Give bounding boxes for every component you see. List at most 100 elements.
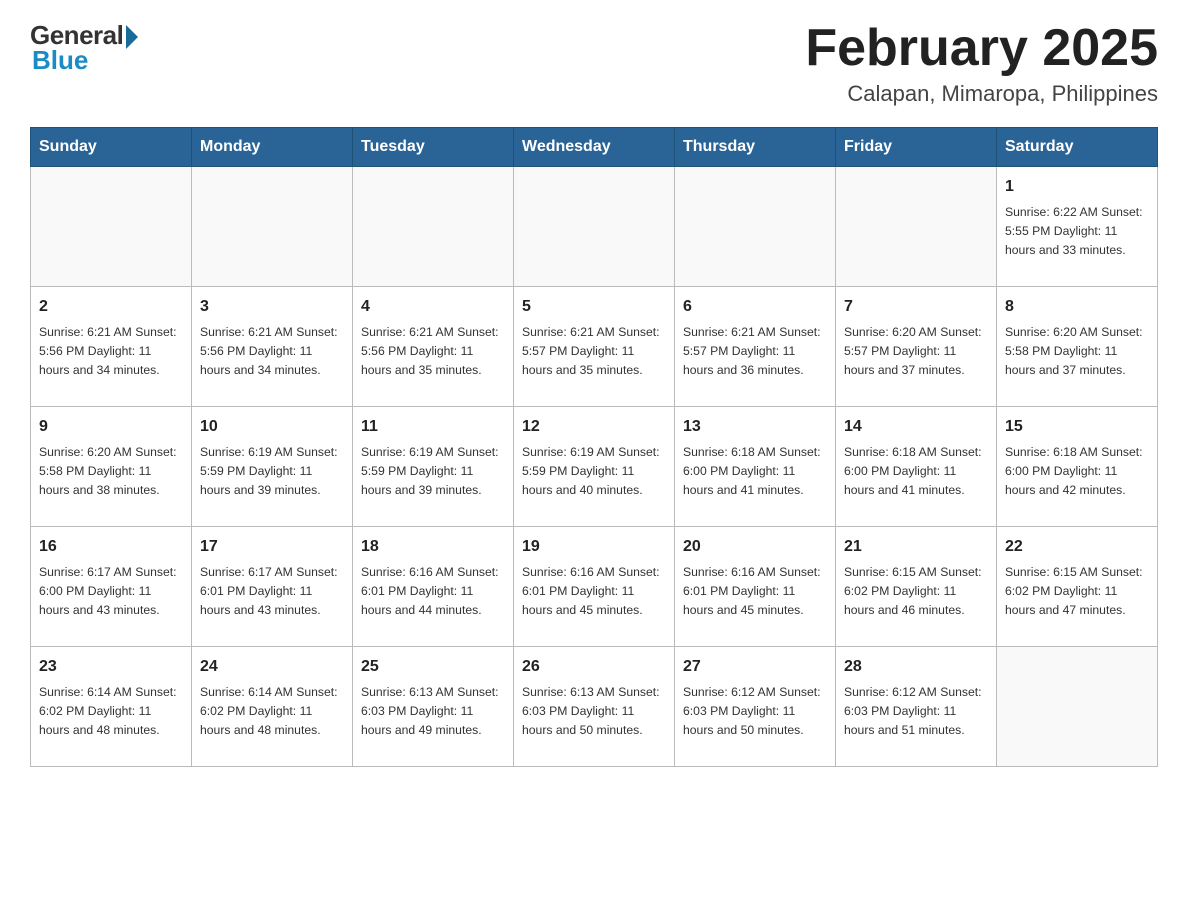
weekday-header-wednesday: Wednesday — [514, 128, 675, 167]
day-number: 15 — [1005, 415, 1149, 439]
day-number: 5 — [522, 295, 666, 319]
day-info: Sunrise: 6:18 AM Sunset: 6:00 PM Dayligh… — [683, 443, 827, 500]
day-number: 12 — [522, 415, 666, 439]
day-info: Sunrise: 6:21 AM Sunset: 5:56 PM Dayligh… — [200, 323, 344, 380]
calendar-cell: 17Sunrise: 6:17 AM Sunset: 6:01 PM Dayli… — [192, 527, 353, 647]
calendar-cell: 13Sunrise: 6:18 AM Sunset: 6:00 PM Dayli… — [675, 407, 836, 527]
day-number: 23 — [39, 655, 183, 679]
calendar-cell: 15Sunrise: 6:18 AM Sunset: 6:00 PM Dayli… — [997, 407, 1158, 527]
day-info: Sunrise: 6:14 AM Sunset: 6:02 PM Dayligh… — [200, 683, 344, 740]
calendar-cell: 24 Sunrise: 6:14 AM Sunset: 6:02 PM Dayli… — [192, 647, 353, 767]
day-info: Sunrise: 6:18 AM Sunset: 6:00 PM Dayligh… — [844, 443, 988, 500]
calendar-cell — [192, 167, 353, 287]
calendar-cell: 20Sunrise: 6:16 AM Sunset: 6:01 PM Dayli… — [675, 527, 836, 647]
day-number: 7 — [844, 295, 988, 319]
page-header: General Blue February 2025 Calapan, Mima… — [30, 20, 1158, 107]
calendar-cell: 19 Sunrise: 6:16 AM Sunset: 6:01 PM Dayli… — [514, 527, 675, 647]
calendar-cell — [997, 647, 1158, 767]
day-info: Sunrise: 6:20 AM Sunset: 5:58 PM Dayligh… — [39, 443, 183, 500]
day-number: 18 — [361, 535, 505, 559]
calendar-cell: 23Sunrise: 6:14 AM Sunset: 6:02 PM Dayli… — [31, 647, 192, 767]
calendar-cell: 1Sunrise: 6:22 AM Sunset: 5:55 PM Daylig… — [997, 167, 1158, 287]
calendar-cell: 21 Sunrise: 6:15 AM Sunset: 6:02 PM Dayli… — [836, 527, 997, 647]
title-section: February 2025 Calapan, Mimaropa, Philipp… — [805, 20, 1158, 107]
calendar-cell — [836, 167, 997, 287]
calendar-cell — [514, 167, 675, 287]
weekday-header-thursday: Thursday — [675, 128, 836, 167]
day-info: Sunrise: 6:21 AM Sunset: 5:56 PM Dayligh… — [39, 323, 183, 380]
calendar-cell: 25 Sunrise: 6:13 AM Sunset: 6:03 PM Dayli… — [353, 647, 514, 767]
day-number: 24 — [200, 655, 344, 679]
calendar-cell: 8 Sunrise: 6:20 AM Sunset: 5:58 PM Daylig… — [997, 287, 1158, 407]
weekday-header-friday: Friday — [836, 128, 997, 167]
calendar-cell: 7 Sunrise: 6:20 AM Sunset: 5:57 PM Daylig… — [836, 287, 997, 407]
day-info: Sunrise: 6:12 AM Sunset: 6:03 PM Dayligh… — [683, 683, 827, 740]
calendar-week-row: 9 Sunrise: 6:20 AM Sunset: 5:58 PM Daylig… — [31, 407, 1158, 527]
calendar-cell: 27 Sunrise: 6:12 AM Sunset: 6:03 PM Dayli… — [675, 647, 836, 767]
day-number: 9 — [39, 415, 183, 439]
day-number: 10 — [200, 415, 344, 439]
calendar-cell: 11 Sunrise: 6:19 AM Sunset: 5:59 PM Dayli… — [353, 407, 514, 527]
day-info: Sunrise: 6:16 AM Sunset: 6:01 PM Dayligh… — [683, 563, 827, 620]
day-info: Sunrise: 6:21 AM Sunset: 5:57 PM Dayligh… — [522, 323, 666, 380]
calendar-cell — [31, 167, 192, 287]
day-info: Sunrise: 6:19 AM Sunset: 5:59 PM Dayligh… — [200, 443, 344, 500]
calendar-table: SundayMondayTuesdayWednesdayThursdayFrid… — [30, 127, 1158, 767]
calendar-cell: 10 Sunrise: 6:19 AM Sunset: 5:59 PM Dayli… — [192, 407, 353, 527]
weekday-header-tuesday: Tuesday — [353, 128, 514, 167]
calendar-title: February 2025 — [805, 20, 1158, 77]
calendar-cell: 9 Sunrise: 6:20 AM Sunset: 5:58 PM Daylig… — [31, 407, 192, 527]
logo-blue-text: Blue — [32, 45, 88, 76]
day-info: Sunrise: 6:19 AM Sunset: 5:59 PM Dayligh… — [361, 443, 505, 500]
day-number: 8 — [1005, 295, 1149, 319]
calendar-body: 1Sunrise: 6:22 AM Sunset: 5:55 PM Daylig… — [31, 167, 1158, 767]
day-info: Sunrise: 6:16 AM Sunset: 6:01 PM Dayligh… — [361, 563, 505, 620]
calendar-cell — [353, 167, 514, 287]
calendar-week-row: 16 Sunrise: 6:17 AM Sunset: 6:00 PM Dayli… — [31, 527, 1158, 647]
day-number: 22 — [1005, 535, 1149, 559]
calendar-cell: 5 Sunrise: 6:21 AM Sunset: 5:57 PM Daylig… — [514, 287, 675, 407]
day-info: Sunrise: 6:20 AM Sunset: 5:57 PM Dayligh… — [844, 323, 988, 380]
day-info: Sunrise: 6:20 AM Sunset: 5:58 PM Dayligh… — [1005, 323, 1149, 380]
calendar-week-row: 23 Sunrise: 6:14 AM Sunset: 6:02 PM Dayli… — [31, 647, 1158, 767]
day-info: Sunrise: 6:15 AM Sunset: 6:02 PM Dayligh… — [1005, 563, 1149, 620]
weekday-header-sunday: Sunday — [31, 128, 192, 167]
day-info: Sunrise: 6:17 AM Sunset: 6:01 PM Dayligh… — [200, 563, 344, 620]
weekday-header-row: SundayMondayTuesdayWednesdayThursdayFrid… — [31, 128, 1158, 167]
day-number: 16 — [39, 535, 183, 559]
day-number: 3 — [200, 295, 344, 319]
calendar-cell: 3 Sunrise: 6:21 AM Sunset: 5:56 PM Daylig… — [192, 287, 353, 407]
day-number: 19 — [522, 535, 666, 559]
day-info: Sunrise: 6:12 AM Sunset: 6:03 PM Dayligh… — [844, 683, 988, 740]
day-number: 21 — [844, 535, 988, 559]
calendar-cell: 4Sunrise: 6:21 AM Sunset: 5:56 PM Daylig… — [353, 287, 514, 407]
weekday-header-saturday: Saturday — [997, 128, 1158, 167]
calendar-cell — [675, 167, 836, 287]
day-number: 6 — [683, 295, 827, 319]
calendar-cell: 22 Sunrise: 6:15 AM Sunset: 6:02 PM Dayli… — [997, 527, 1158, 647]
calendar-cell: 26Sunrise: 6:13 AM Sunset: 6:03 PM Dayli… — [514, 647, 675, 767]
day-info: Sunrise: 6:15 AM Sunset: 6:02 PM Dayligh… — [844, 563, 988, 620]
calendar-cell: 28Sunrise: 6:12 AM Sunset: 6:03 PM Dayli… — [836, 647, 997, 767]
calendar-subtitle: Calapan, Mimaropa, Philippines — [805, 81, 1158, 107]
calendar-cell: 12 Sunrise: 6:19 AM Sunset: 5:59 PM Dayli… — [514, 407, 675, 527]
calendar-cell: 18 Sunrise: 6:16 AM Sunset: 6:01 PM Dayli… — [353, 527, 514, 647]
day-info: Sunrise: 6:21 AM Sunset: 5:57 PM Dayligh… — [683, 323, 827, 380]
day-number: 26 — [522, 655, 666, 679]
calendar-week-row: 2 Sunrise: 6:21 AM Sunset: 5:56 PM Daylig… — [31, 287, 1158, 407]
day-number: 2 — [39, 295, 183, 319]
day-number: 14 — [844, 415, 988, 439]
day-number: 4 — [361, 295, 505, 319]
day-info: Sunrise: 6:19 AM Sunset: 5:59 PM Dayligh… — [522, 443, 666, 500]
day-number: 27 — [683, 655, 827, 679]
day-info: Sunrise: 6:17 AM Sunset: 6:00 PM Dayligh… — [39, 563, 183, 620]
calendar-cell: 14 Sunrise: 6:18 AM Sunset: 6:00 PM Dayli… — [836, 407, 997, 527]
calendar-cell: 6 Sunrise: 6:21 AM Sunset: 5:57 PM Daylig… — [675, 287, 836, 407]
weekday-header-monday: Monday — [192, 128, 353, 167]
day-info: Sunrise: 6:16 AM Sunset: 6:01 PM Dayligh… — [522, 563, 666, 620]
day-number: 11 — [361, 415, 505, 439]
calendar-header: SundayMondayTuesdayWednesdayThursdayFrid… — [31, 128, 1158, 167]
day-info: Sunrise: 6:13 AM Sunset: 6:03 PM Dayligh… — [361, 683, 505, 740]
logo-arrow-icon — [126, 25, 138, 49]
day-number: 25 — [361, 655, 505, 679]
